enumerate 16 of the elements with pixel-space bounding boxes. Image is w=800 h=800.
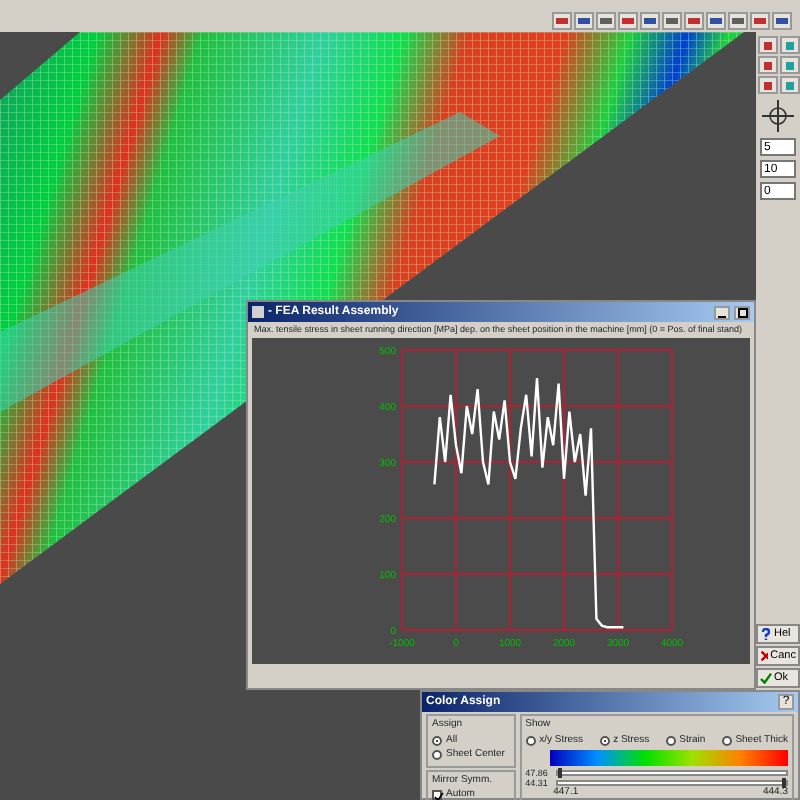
slider-thumb[interactable] [557, 768, 562, 778]
cross-icon [760, 650, 769, 662]
radio-button[interactable] [665, 735, 676, 746]
radio-button[interactable] [432, 750, 442, 761]
maximize-button[interactable] [734, 305, 750, 319]
radio-button[interactable] [599, 735, 610, 746]
radio-button[interactable] [721, 735, 732, 746]
check-icon [760, 672, 772, 684]
radio-button[interactable] [525, 735, 536, 746]
radio-button[interactable] [432, 735, 442, 746]
help-icon [760, 628, 772, 640]
minimize-button[interactable] [714, 305, 730, 319]
window-icon [252, 306, 264, 318]
checkbox[interactable] [432, 790, 442, 800]
rotate-control-icon [760, 98, 796, 134]
maximize-icon [737, 307, 747, 317]
